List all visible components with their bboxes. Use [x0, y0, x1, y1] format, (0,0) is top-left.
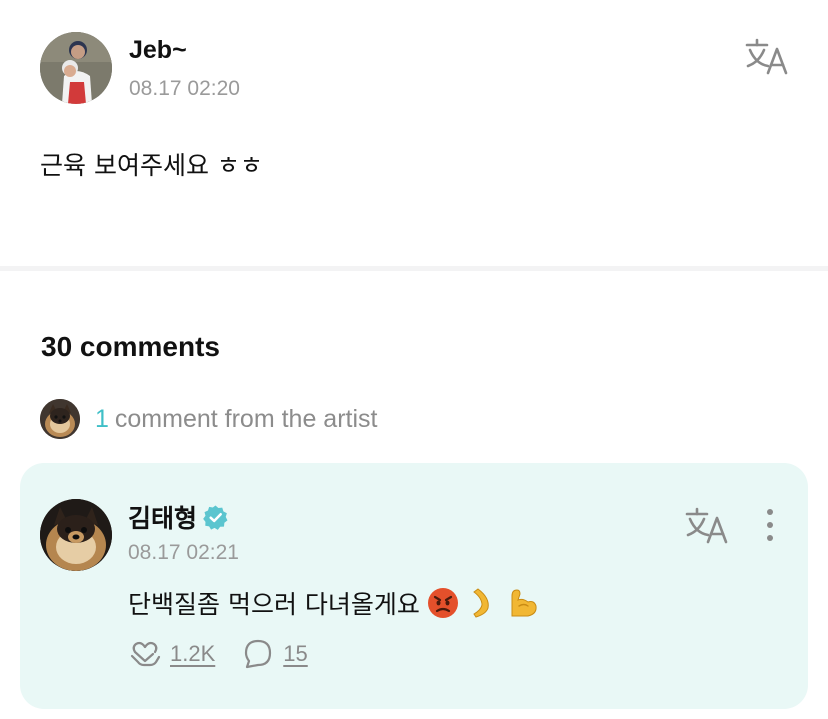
more-options-icon[interactable]	[760, 507, 780, 543]
comment-bubble-icon	[245, 639, 272, 669]
artist-comment-text: 단백질좀 먹으러 다녀올게요	[128, 590, 420, 619]
artist-name-row: 김태형	[128, 499, 229, 535]
translate-icon[interactable]	[684, 505, 730, 545]
artist-filter-label: 1 comment from the artist	[95, 405, 377, 434]
section-divider	[0, 266, 828, 271]
artist-comment-timestamp: 08.17 02:21	[128, 541, 239, 564]
post-author-name[interactable]: Jeb~	[129, 36, 187, 65]
comments-count-heading: 30 comments	[41, 331, 220, 362]
artist-mini-avatar	[40, 399, 80, 439]
translate-icon[interactable]	[744, 36, 790, 76]
leg-emoji	[473, 588, 489, 618]
artist-comment-count: 1	[95, 404, 109, 433]
post-author-avatar[interactable]	[40, 32, 112, 104]
artist-comments-filter[interactable]: 1 comment from the artist	[40, 398, 377, 440]
like-button[interactable]: 1.2K	[128, 637, 215, 671]
angry-face-emoji	[427, 588, 458, 618]
artist-comment-body: 단백질좀 먹으러 다녀올게요	[128, 585, 540, 621]
reply-count: 15	[283, 641, 308, 666]
flexed-biceps-emoji	[511, 589, 537, 617]
artist-name[interactable]: 김태형	[128, 499, 197, 535]
artist-filter-text: comment from the artist	[114, 404, 378, 433]
post-timestamp: 08.17 02:20	[129, 77, 240, 100]
post-body-text: 근육 보여주세요 ㅎㅎ	[40, 151, 263, 180]
heart-hands-icon	[130, 641, 161, 667]
post-page: Jeb~ 08.17 02:20 근육 보여주세요 ㅎㅎ 30 comments	[0, 0, 828, 719]
verified-badge-icon	[203, 504, 228, 530]
artist-avatar[interactable]	[40, 499, 112, 571]
artist-comment-card: 김태형 08.17 02:21 단백질좀 먹으러 다녀올게요 1.2K 15	[20, 463, 808, 709]
comment-actions: 1.2K 15	[128, 637, 334, 671]
like-count: 1.2K	[170, 641, 216, 666]
reply-button[interactable]: 15	[241, 637, 308, 671]
